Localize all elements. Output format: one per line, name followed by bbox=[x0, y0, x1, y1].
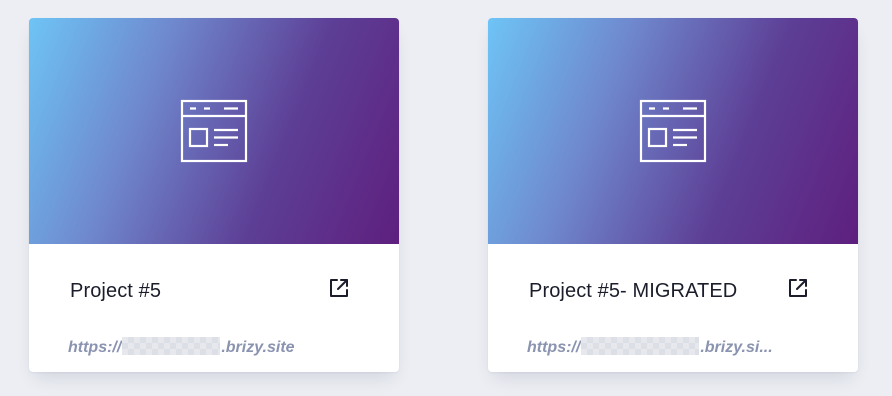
project-info: Project #5- MIGRATED https:// .brizy.si..… bbox=[488, 244, 858, 372]
url-suffix: .brizy.site bbox=[221, 339, 295, 356]
external-link-icon bbox=[330, 279, 348, 297]
project-card[interactable]: Project #5 https:// .brizy.site bbox=[29, 18, 399, 372]
url-prefix: https:// bbox=[527, 339, 581, 356]
redacted-text bbox=[581, 337, 700, 355]
open-site-button[interactable] bbox=[787, 277, 809, 299]
url-prefix: https:// bbox=[68, 339, 122, 356]
projects-grid: Project #5 https:// .brizy.site Project #… bbox=[0, 0, 892, 396]
url-suffix: .brizy.si... bbox=[700, 339, 773, 356]
project-card[interactable]: Project #5- MIGRATED https:// .brizy.si..… bbox=[488, 18, 858, 372]
project-title[interactable]: Project #5 bbox=[70, 280, 161, 303]
redacted-text bbox=[122, 337, 221, 355]
webpage-layout-icon bbox=[180, 99, 248, 163]
project-url[interactable]: https:// .brizy.site bbox=[68, 337, 318, 357]
project-thumbnail[interactable] bbox=[488, 18, 858, 244]
external-link-icon bbox=[789, 279, 807, 297]
project-url[interactable]: https:// .brizy.si... bbox=[527, 337, 777, 357]
open-site-button[interactable] bbox=[328, 277, 350, 299]
project-thumbnail[interactable] bbox=[29, 18, 399, 244]
webpage-layout-icon bbox=[639, 99, 707, 163]
project-title[interactable]: Project #5- MIGRATED bbox=[529, 280, 737, 303]
project-info: Project #5 https:// .brizy.site bbox=[29, 244, 399, 372]
